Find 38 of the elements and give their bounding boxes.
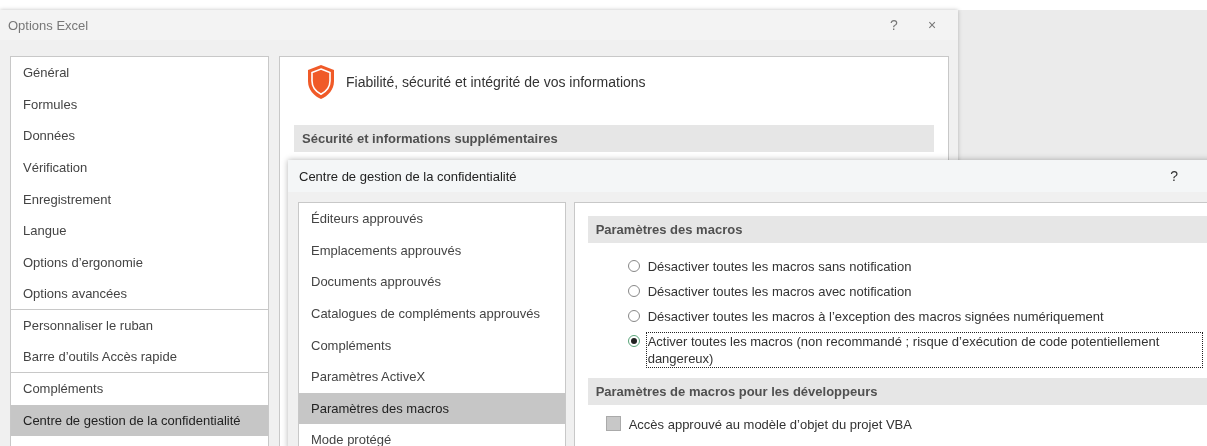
sidebar-item[interactable]: Emplacements approuvés: [299, 234, 565, 267]
close-button[interactable]: ×: [920, 17, 944, 33]
sidebar-item[interactable]: Vérification: [11, 151, 268, 184]
radio-label: Désactiver toutes les macros sans notification: [646, 258, 913, 276]
sidebar-item[interactable]: Éditeurs approuvés: [299, 203, 565, 235]
sidebar-item[interactable]: Documents approuvés: [299, 266, 565, 298]
sidebar-item[interactable]: Langue: [11, 214, 268, 247]
radio-label: Désactiver toutes les macros avec notification: [646, 283, 913, 301]
sidebar-item[interactable]: Général: [11, 57, 268, 89]
section-header: Sécurité et informations supplémentaires: [294, 125, 934, 152]
sidebar-item[interactable]: Données: [11, 120, 268, 152]
sidebar-item[interactable]: Options avancées: [11, 278, 268, 310]
dialog-title: Centre de gestion de la confidentialité: [299, 168, 518, 184]
sidebar-item[interactable]: Centre de gestion de la confidentialité: [11, 404, 268, 437]
radio-button[interactable]: [627, 260, 640, 272]
radio-label: Désactiver toutes les macros à l’exception des macros signées numériquement: [646, 308, 1105, 326]
checkbox-label: Accès approuvé au modèle d’objet du projet VBA: [627, 416, 913, 434]
shield-icon: [306, 64, 336, 100]
sidebar-item[interactable]: Compléments: [11, 372, 268, 405]
sidebar-item[interactable]: Options d’ergonomie: [11, 246, 268, 279]
radio-button[interactable]: [627, 335, 640, 347]
sidebar-item[interactable]: Barre d’outils Accès rapide: [11, 341, 268, 373]
page-heading: Fiabilité, sécurité et intégrité de vos informations: [346, 74, 646, 90]
sidebar-item[interactable]: Enregistrement: [11, 183, 268, 215]
window-title: Options Excel: [8, 17, 90, 33]
help-button[interactable]: ?: [882, 17, 906, 33]
sidebar-item[interactable]: Personnaliser le ruban: [11, 309, 268, 342]
section-header: Paramètres de macros pour les développeurs: [587, 378, 1207, 405]
sidebar-item[interactable]: Formules: [11, 88, 268, 121]
radio-label: Activer toutes les macros (non recommandé ; risque d’exécution de code potentiellement dangereux): [645, 332, 1203, 368]
help-button[interactable]: ?: [1170, 168, 1178, 184]
sidebar-item[interactable]: Paramètres ActiveX: [299, 360, 565, 393]
sidebar-item[interactable]: Catalogues de compléments approuvés: [299, 297, 565, 330]
radio-button[interactable]: [627, 310, 640, 322]
section-header: Paramètres des macros: [587, 216, 1207, 243]
sidebar-item[interactable]: Paramètres des macros: [299, 392, 565, 425]
sidebar-item[interactable]: Compléments: [299, 329, 565, 361]
radio-button[interactable]: [627, 285, 640, 297]
